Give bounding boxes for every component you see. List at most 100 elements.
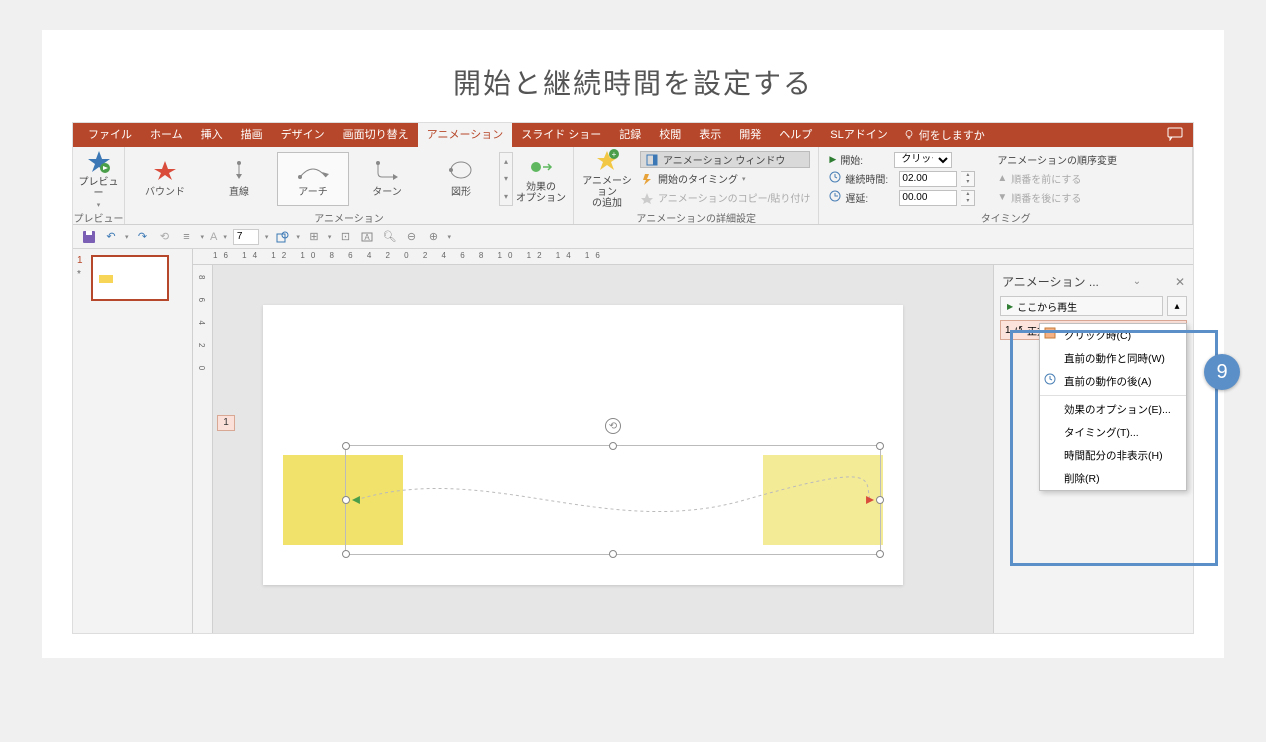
- tell-me[interactable]: 何をしますか: [903, 127, 985, 143]
- duration-spinner[interactable]: ▴▾: [961, 171, 975, 187]
- comments-icon[interactable]: [1167, 127, 1183, 144]
- animation-pane: アニメーション ... ⌄ ✕ ▶ ここから再生 ▴ 1: [993, 265, 1193, 633]
- save-icon[interactable]: [81, 229, 97, 245]
- pane-up-button[interactable]: ▴: [1167, 296, 1187, 316]
- quick-access-toolbar: ↶ ▾ ↷ ⟲ ≡ ▾ A ▾ ▾ ▾ ⊞ ▾ ⊡ A 🔍︎ ⊖ ⊕ ▾: [73, 225, 1193, 249]
- painter-icon: [640, 191, 654, 205]
- move-later-button[interactable]: ▼順番を後にする: [997, 189, 1117, 206]
- handle-bc[interactable]: [609, 550, 617, 558]
- menu-hide-timeline[interactable]: 時間配分の非表示(H): [1040, 444, 1186, 467]
- clock-icon: [829, 171, 841, 186]
- menu-timing[interactable]: タイミング(T)...: [1040, 421, 1186, 444]
- vertical-ruler: 8 6 4 2 0: [193, 265, 213, 633]
- slide-canvas[interactable]: 1 ⟲: [213, 265, 993, 633]
- textbox-icon[interactable]: A: [359, 229, 375, 245]
- effect-options-button[interactable]: 効果の オプション: [513, 150, 569, 208]
- menu-with-previous[interactable]: 直前の動作と同時(W): [1040, 347, 1186, 370]
- menu-on-click[interactable]: クリック時(C): [1040, 324, 1186, 347]
- tab-transitions[interactable]: 画面切り替え: [334, 123, 418, 147]
- gallery-turn[interactable]: ターン: [351, 152, 423, 206]
- undo-icon[interactable]: ↶: [103, 229, 119, 245]
- play-icon: [829, 154, 836, 165]
- align-icon[interactable]: ⊞: [306, 229, 322, 245]
- mouse-icon: [1044, 327, 1058, 341]
- animation-pane-button[interactable]: アニメーション ウィンドウ: [640, 151, 810, 168]
- tab-help[interactable]: ヘルプ: [770, 123, 821, 147]
- menu-effect-options[interactable]: 効果のオプション(E)...: [1040, 398, 1186, 421]
- handle-tc[interactable]: [609, 442, 617, 450]
- tab-draw[interactable]: 描画: [232, 123, 272, 147]
- tab-review[interactable]: 校閲: [650, 123, 690, 147]
- chevron-down-icon[interactable]: ⌄: [1133, 276, 1141, 287]
- redo-icon[interactable]: ↷: [135, 229, 151, 245]
- slide[interactable]: ⟲: [263, 305, 903, 585]
- add-animation-button[interactable]: + アニメーション の追加: [578, 150, 636, 208]
- handle-tl[interactable]: [342, 442, 350, 450]
- gallery-arc[interactable]: アーチ: [277, 152, 349, 206]
- close-pane-icon[interactable]: ✕: [1175, 275, 1185, 289]
- gallery-down-icon[interactable]: ▾: [500, 170, 512, 187]
- group-icon[interactable]: ⊡: [337, 229, 353, 245]
- rotate-handle[interactable]: ⟲: [605, 418, 621, 434]
- step-number-badge: 9: [1204, 354, 1240, 390]
- selection-box[interactable]: ⟲: [345, 445, 881, 555]
- tab-view[interactable]: 表示: [690, 123, 730, 147]
- zoom-in-icon[interactable]: ⊕: [425, 229, 441, 245]
- delay-spinner[interactable]: ▴▾: [961, 190, 975, 206]
- find-icon[interactable]: 🔍︎: [381, 229, 397, 245]
- handle-tr[interactable]: [876, 442, 884, 450]
- trigger-button[interactable]: 開始のタイミング ▾: [640, 170, 810, 187]
- delay-input[interactable]: [899, 190, 957, 206]
- handle-bl[interactable]: [342, 550, 350, 558]
- animation-gallery[interactable]: バウンド 直線 アーチ ターン: [129, 150, 513, 208]
- tab-sladdin[interactable]: SLアドイン: [821, 123, 896, 147]
- reorder-label: アニメーションの順序変更: [997, 151, 1117, 168]
- bullets-icon[interactable]: ≡: [179, 229, 195, 245]
- svg-text:A: A: [365, 233, 371, 242]
- horizontal-ruler: 16 14 12 10 8 6 4 2 0 2 4 6 8 10 12 14 1…: [193, 249, 1193, 265]
- context-menu: クリック時(C) 直前の動作と同時(W) 直前の動作の後(A) 効果のオプション…: [1039, 323, 1187, 491]
- delay-icon: [829, 190, 841, 205]
- handle-br[interactable]: [876, 550, 884, 558]
- gallery-scroll[interactable]: ▴ ▾ ▾: [499, 152, 513, 206]
- thumbnail-1[interactable]: 1 *: [79, 255, 186, 301]
- zoom-out-icon[interactable]: ⊖: [403, 229, 419, 245]
- tab-record[interactable]: 記録: [610, 123, 650, 147]
- clock-icon: [1044, 373, 1058, 387]
- trigger-icon: [640, 172, 654, 186]
- add-animation-icon: +: [594, 148, 620, 174]
- gallery-shape[interactable]: 図形: [425, 152, 497, 206]
- start-select[interactable]: クリック時: [894, 152, 952, 168]
- gallery-bounce[interactable]: バウンド: [129, 152, 201, 206]
- preview-button[interactable]: プレビュー ▾: [77, 150, 120, 208]
- svg-text:+: +: [612, 150, 617, 159]
- animation-painter-button[interactable]: アニメーションのコピー/貼り付け: [640, 189, 810, 206]
- tab-design[interactable]: デザイン: [272, 123, 334, 147]
- motion-path[interactable]: [346, 470, 880, 530]
- powerpoint-window: ファイル ホーム 挿入 描画 デザイン 画面切り替え アニメーション スライド …: [72, 122, 1194, 634]
- duration-input[interactable]: [899, 171, 957, 187]
- effect-options-icon: [528, 154, 554, 180]
- tab-insert[interactable]: 挿入: [192, 123, 232, 147]
- font-size-input[interactable]: [233, 229, 259, 245]
- shapes-icon[interactable]: [274, 229, 290, 245]
- ribbon-tabs: ファイル ホーム 挿入 描画 デザイン 画面切り替え アニメーション スライド …: [73, 123, 1193, 147]
- gallery-line[interactable]: 直線: [203, 152, 275, 206]
- repeat-icon[interactable]: ⟲: [157, 229, 173, 245]
- gallery-up-icon[interactable]: ▴: [500, 153, 512, 170]
- ribbon: プレビュー ▾ プレビュー バウンド 直線: [73, 147, 1193, 225]
- play-icon: ▶: [1007, 302, 1013, 311]
- move-earlier-button[interactable]: ▲順番を前にする: [997, 170, 1117, 187]
- play-from-button[interactable]: ▶ ここから再生: [1000, 296, 1163, 316]
- tab-developer[interactable]: 開発: [730, 123, 770, 147]
- tab-file[interactable]: ファイル: [79, 123, 141, 147]
- menu-remove[interactable]: 削除(R): [1040, 467, 1186, 490]
- menu-after-previous[interactable]: 直前の動作の後(A): [1040, 370, 1186, 393]
- tab-home[interactable]: ホーム: [141, 123, 192, 147]
- gallery-more-icon[interactable]: ▾: [500, 188, 512, 205]
- animation-tag[interactable]: 1: [217, 415, 235, 431]
- tab-animations[interactable]: アニメーション: [418, 123, 513, 147]
- tab-slideshow[interactable]: スライド ショー: [512, 123, 610, 147]
- star-play-icon: [86, 149, 112, 175]
- slide-thumbnails: 1 *: [73, 249, 193, 633]
